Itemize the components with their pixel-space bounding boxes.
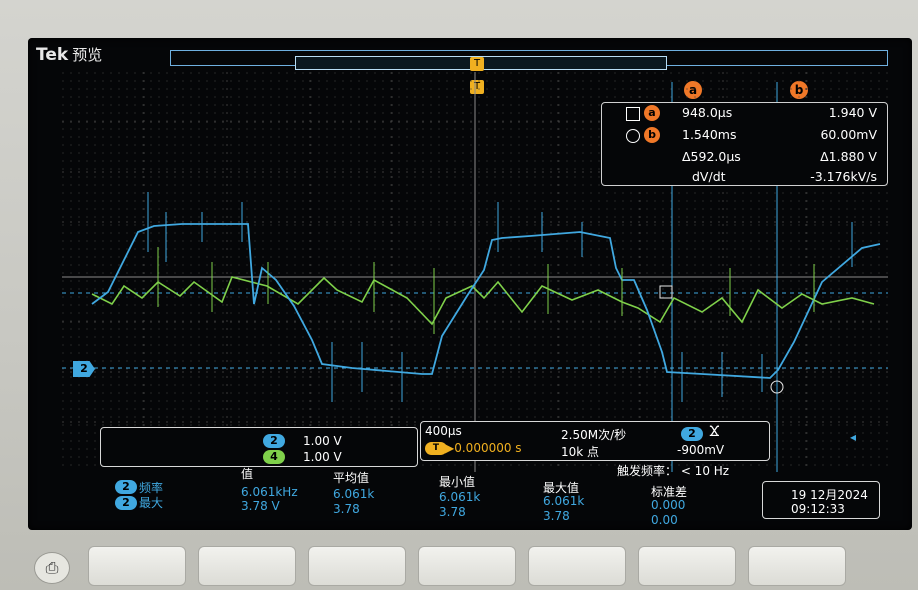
sample-rate: 2.50M次/秒 [561, 428, 627, 442]
bezel-button-row [88, 546, 898, 590]
bezel-button-6[interactable] [638, 546, 736, 586]
square-cursor-icon [626, 107, 640, 121]
trigger-pos-icon: T [425, 442, 447, 455]
col-header-value: 值 [241, 467, 254, 481]
bezel-button-3[interactable] [308, 546, 406, 586]
dvdt-value: -3.176kV/s [810, 169, 877, 184]
col-header-min: 最小值 [439, 475, 476, 489]
row-mean: 3.78 [333, 502, 360, 516]
ch2-scale: 1.00 V [303, 434, 342, 448]
row-measure-name: 最大 [139, 496, 164, 510]
cursor-b-value: 60.00mV [820, 127, 877, 142]
ch4-badge: 4 [263, 450, 285, 464]
row-min: 6.061k [439, 490, 481, 504]
trigger-position: ▶0.000000 s [445, 441, 522, 455]
row-mean: 6.061k [333, 487, 375, 501]
bezel-button-1[interactable] [88, 546, 186, 586]
delta-time: Δ592.0µs [682, 149, 741, 164]
trigger-slope: Ϫ [709, 424, 720, 440]
row-max: 6.061k [543, 494, 585, 508]
cursor-readout-panel: a 948.0µs 1.940 V b 1.540ms 60.00mV Δ592… [601, 102, 888, 186]
trigger-level: -900mV [677, 443, 725, 457]
trigger-level-arrow: ◂ [850, 430, 857, 444]
col-header-mean: 平均值 [333, 471, 370, 485]
date-label: 19 12月2024 [791, 488, 868, 502]
brand-name: Tek [36, 45, 69, 65]
cursor-b-badge: b [644, 127, 660, 143]
ch2-badge: 2 [263, 434, 285, 448]
trigger-position-marker[interactable]: T [470, 57, 484, 71]
cursor-a-badge: a [644, 105, 660, 121]
row-value: 3.78 V [241, 499, 280, 513]
brand-label: Tek 预览 [36, 44, 102, 65]
time-scale: 400µs [425, 424, 462, 438]
row-value: 6.061kHz [241, 485, 298, 499]
channel-scale-panel[interactable]: 2 1.00 V 4 1.00 V [100, 427, 418, 467]
timebase-panel[interactable]: 400µs T ▶0.000000 s 2.50M次/秒 10k 点 2 Ϫ -… [420, 421, 770, 461]
dvdt-label: dV/dt [692, 169, 726, 184]
mode-label: 预览 [72, 46, 103, 64]
row-stddev: 0.00 [651, 513, 678, 527]
print-button[interactable]: ⎙ [34, 552, 70, 584]
time-label: 09:12:33 [791, 502, 845, 516]
datetime-panel: 19 12月2024 09:12:33 [762, 481, 880, 519]
trigger-source-badge: 2 [681, 427, 703, 441]
cursor-b-time: 1.540ms [682, 127, 737, 142]
row-stddev: 0.000 [651, 498, 686, 512]
bezel-button-4[interactable] [418, 546, 516, 586]
cursor-a-time: 948.0µs [682, 105, 733, 120]
row-channel-badge: 2 [115, 480, 137, 494]
row-channel-badge: 2 [115, 496, 137, 510]
row-min: 3.78 [439, 505, 466, 519]
delta-value: Δ1.880 V [820, 149, 877, 164]
bezel-button-5[interactable] [528, 546, 626, 586]
measurement-table[interactable]: 值 平均值 最小值 最大值 标准差 2 频率 6.061kHz 6.061k 6… [103, 463, 758, 527]
ch4-scale: 1.00 V [303, 450, 342, 464]
bezel-button-7[interactable] [748, 546, 846, 586]
record-points: 10k 点 [561, 445, 600, 459]
bezel-button-2[interactable] [198, 546, 296, 586]
row-max: 3.78 [543, 509, 570, 523]
circle-cursor-icon [626, 129, 640, 143]
cursor-a-value: 1.940 V [828, 105, 877, 120]
